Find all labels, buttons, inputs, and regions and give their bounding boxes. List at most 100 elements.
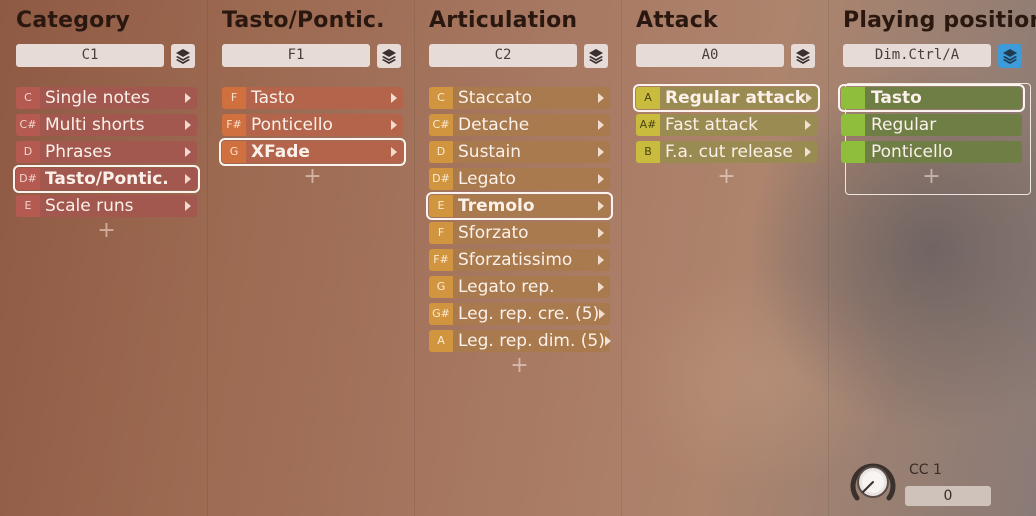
key-label: D [429,141,453,163]
key-label: A [636,87,660,109]
attack-item-fa-cut-release[interactable]: B F.a. cut release [636,141,817,163]
arrow-right-icon [391,120,397,130]
tasto-pontic-trigger-field[interactable]: F1 [222,44,370,67]
articulation-item-legato[interactable]: D# Legato [429,168,610,190]
color-swatch [841,87,865,109]
category-trigger-field[interactable]: C1 [16,44,164,67]
key-label: F# [222,114,246,136]
category-item-single-notes[interactable]: C Single notes [16,87,197,109]
attack-layers-button[interactable] [791,44,815,68]
item-label: Phrases [45,142,112,162]
category-list: C Single notes C# Multi shorts D Phrases… [13,87,200,242]
playing-position-title: Playing position [843,8,1036,33]
arrow-right-icon [185,174,191,184]
category-column: Category C1 C Single notes C# Multi shor… [8,0,208,516]
tasto-pontic-column: Tasto/Pontic. F1 F Tasto F# Ponticello G… [214,0,415,516]
item-label: Legato rep. [458,277,555,297]
layers-icon [382,49,396,64]
articulation-item-detache[interactable]: C# Detache [429,114,610,136]
item-label: Sforzato [458,223,529,243]
layers-icon [589,49,603,64]
color-swatch [841,114,865,136]
key-label: A [429,330,453,352]
arrow-right-icon [598,282,604,292]
arrow-right-icon [805,147,811,157]
playing-position-list: Tasto Regular Ponticello + [838,84,1025,188]
key-label: C [16,87,40,109]
arrow-right-icon [598,93,604,103]
item-label: F.a. cut release [665,142,793,162]
tasto-pontic-layers-button[interactable] [377,44,401,68]
item-label: Tasto [871,88,922,108]
category-layers-button[interactable] [171,44,195,68]
key-label: F# [429,249,453,271]
attack-item-regular-attack[interactable]: A Regular attack [633,84,820,112]
category-item-scale-runs[interactable]: E Scale runs [16,195,197,217]
cc-knob[interactable] [847,456,899,504]
arrow-right-icon [599,309,606,319]
color-swatch [841,141,865,163]
playing-position-item-ponticello[interactable]: Ponticello [841,141,1022,163]
add-item-button[interactable]: + [16,220,197,242]
arrow-right-icon [185,147,191,157]
articulation-trigger-field[interactable]: C2 [429,44,577,67]
item-label: Ponticello [871,142,953,162]
playing-position-layers-button[interactable] [998,44,1022,68]
attack-column: Attack A0 A Regular attack A# Fast attac… [628,0,829,516]
add-item-button[interactable]: + [222,166,403,188]
articulation-item-legato-rep[interactable]: G Legato rep. [429,276,610,298]
key-label: A# [636,114,660,136]
tasto-pontic-item-tasto[interactable]: F Tasto [222,87,403,109]
item-label: Single notes [45,88,150,108]
add-item-button[interactable]: + [636,166,817,188]
add-item-button[interactable]: + [429,355,610,377]
category-item-multi-shorts[interactable]: C# Multi shorts [16,114,197,136]
layers-icon [796,49,810,64]
articulation-column: Articulation C2 C Staccato C# Detache D … [421,0,622,516]
item-label: Tremolo [458,196,535,216]
articulation-item-sforzatissimo[interactable]: F# Sforzatissimo [429,249,610,271]
item-label: Multi shorts [45,115,145,135]
key-label: D [16,141,40,163]
category-item-phrases[interactable]: D Phrases [16,141,197,163]
attack-title: Attack [636,8,718,33]
item-label: Fast attack [665,115,758,135]
articulation-item-sustain[interactable]: D Sustain [429,141,610,163]
add-item-button[interactable]: + [841,166,1022,188]
tasto-pontic-item-xfade[interactable]: G XFade [219,138,406,166]
item-label: Scale runs [45,196,134,216]
layers-icon [1003,49,1017,64]
articulation-title: Articulation [429,8,578,33]
item-label: Sforzatissimo [458,250,573,270]
key-label: G# [429,303,453,325]
item-label: Tasto [251,88,295,108]
articulation-item-leg-rep-dim[interactable]: A Leg. rep. dim. (5) [429,330,611,352]
key-label: C# [16,114,40,136]
articulation-item-tremolo[interactable]: E Tremolo [426,192,613,220]
articulation-layers-button[interactable] [584,44,608,68]
item-label: Legato [458,169,516,189]
attack-trigger-field[interactable]: A0 [636,44,784,67]
cc-value-field[interactable]: 0 [905,486,991,506]
playing-position-column: Playing position Dim.Ctrl/A Tasto Regula… [835,0,1036,516]
articulation-list: C Staccato C# Detache D Sustain D# Legat… [426,87,613,377]
item-label: Staccato [458,88,533,108]
arrow-right-icon [185,93,191,103]
key-label: F [429,222,453,244]
arrow-right-icon [806,93,813,103]
category-item-tasto-pontic[interactable]: D# Tasto/Pontic. [13,165,200,193]
attack-item-fast-attack[interactable]: A# Fast attack [636,114,817,136]
key-label: C [429,87,453,109]
articulation-item-leg-rep-cre[interactable]: G# Leg. rep. cre. (5) [429,303,610,325]
playing-position-trigger-field[interactable]: Dim.Ctrl/A [843,44,991,67]
articulation-item-staccato[interactable]: C Staccato [429,87,610,109]
playing-position-item-regular[interactable]: Regular [841,114,1022,136]
playing-position-item-tasto[interactable]: Tasto [838,84,1025,112]
item-label: Sustain [458,142,522,162]
articulation-item-sforzato[interactable]: F Sforzato [429,222,610,244]
knob-icon [850,463,896,501]
arrow-right-icon [604,336,611,346]
layers-icon [176,49,190,64]
item-label: Regular [871,115,937,135]
tasto-pontic-item-ponticello[interactable]: F# Ponticello [222,114,403,136]
